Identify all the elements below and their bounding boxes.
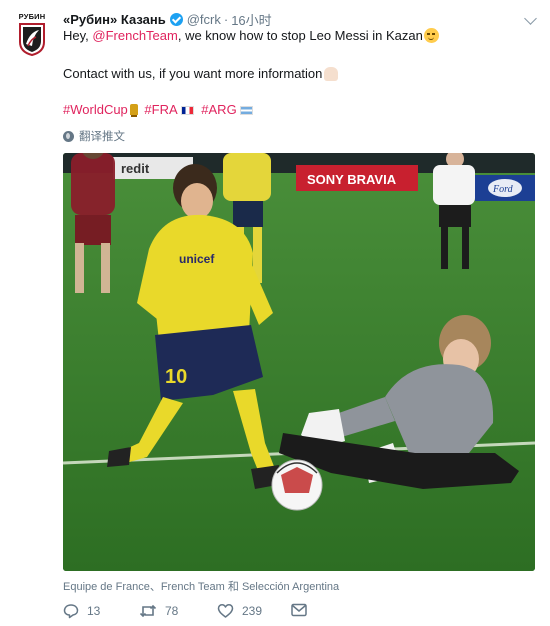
reply-icon: [63, 604, 79, 619]
smirk-emoji-icon: [423, 28, 439, 43]
argentina-flag-icon: [239, 106, 253, 115]
translate-label: 翻译推文: [79, 131, 125, 143]
envelope-icon: [291, 603, 307, 617]
action-bar: 13 78 239: [63, 603, 535, 625]
hashtag-worldcup[interactable]: #WorldCup: [63, 102, 128, 117]
mention-link[interactable]: @FrenchTeam: [92, 28, 177, 43]
ad-board-text: SONY BRAVIA: [307, 172, 397, 187]
heart-icon: [217, 604, 234, 618]
reply-button[interactable]: 13: [63, 603, 100, 619]
retweet-button[interactable]: 78: [139, 603, 178, 619]
football-match-photo: redit SONY BRAVIA Ford unicef 10: [63, 153, 535, 571]
retweet-count: 78: [165, 604, 179, 618]
tweet-photo[interactable]: redit SONY BRAVIA Ford unicef 10: [63, 153, 535, 571]
reply-count: 13: [87, 604, 101, 618]
tweet-timestamp[interactable]: 16小时: [231, 10, 271, 29]
direct-message-button[interactable]: [291, 603, 315, 617]
like-count: 239: [242, 604, 263, 618]
tweet: «Рубин» Казань @fcrk · 16小时 Hey, @French…: [63, 10, 537, 619]
separator-dot: ·: [223, 11, 229, 27]
display-name[interactable]: «Рубин» Казань: [63, 12, 166, 27]
ad-board-text: redit: [121, 161, 150, 176]
translate-tweet-link[interactable]: 翻译推文: [63, 128, 125, 144]
text-segment: Contact with us, if you want more inform…: [63, 66, 323, 81]
svg-text:10: 10: [165, 366, 187, 388]
ad-board-text: Ford: [492, 184, 514, 195]
photo-caption[interactable]: Equipe de France、French Team 和 Selección…: [63, 578, 339, 594]
like-button[interactable]: 239: [217, 603, 262, 619]
text-segment: Hey,: [63, 28, 93, 43]
avatar[interactable]: РУБИН: [14, 12, 50, 58]
hashtag-fra[interactable]: #FRA: [144, 102, 177, 117]
trophy-emoji-icon: [129, 104, 138, 117]
text-segment: , we know how to stop Leo Messi in Kazan: [177, 28, 423, 43]
rubin-crest-icon: [19, 23, 45, 56]
svg-text:unicef: unicef: [179, 252, 215, 266]
verified-badge-icon: [169, 12, 183, 26]
raised-hands-emoji-icon: [324, 67, 339, 81]
retweet-icon: [139, 604, 157, 618]
france-flag-icon: [180, 106, 194, 115]
avatar-brand-text: РУБИН: [18, 12, 46, 21]
user-handle[interactable]: @fcrk: [187, 12, 221, 27]
tweet-text-line-2: Contact with us, if you want more inform…: [63, 65, 339, 83]
tweet-text-line-1: Hey, @FrenchTeam, we know how to stop Le…: [63, 27, 439, 45]
globe-icon: [63, 130, 74, 142]
football: [271, 459, 323, 511]
hashtag-arg[interactable]: #ARG: [201, 102, 236, 117]
tweet-header: «Рубин» Казань @fcrk · 16小时: [63, 10, 535, 28]
hashtag-line: #WorldCup #FRA #ARG: [63, 101, 257, 119]
